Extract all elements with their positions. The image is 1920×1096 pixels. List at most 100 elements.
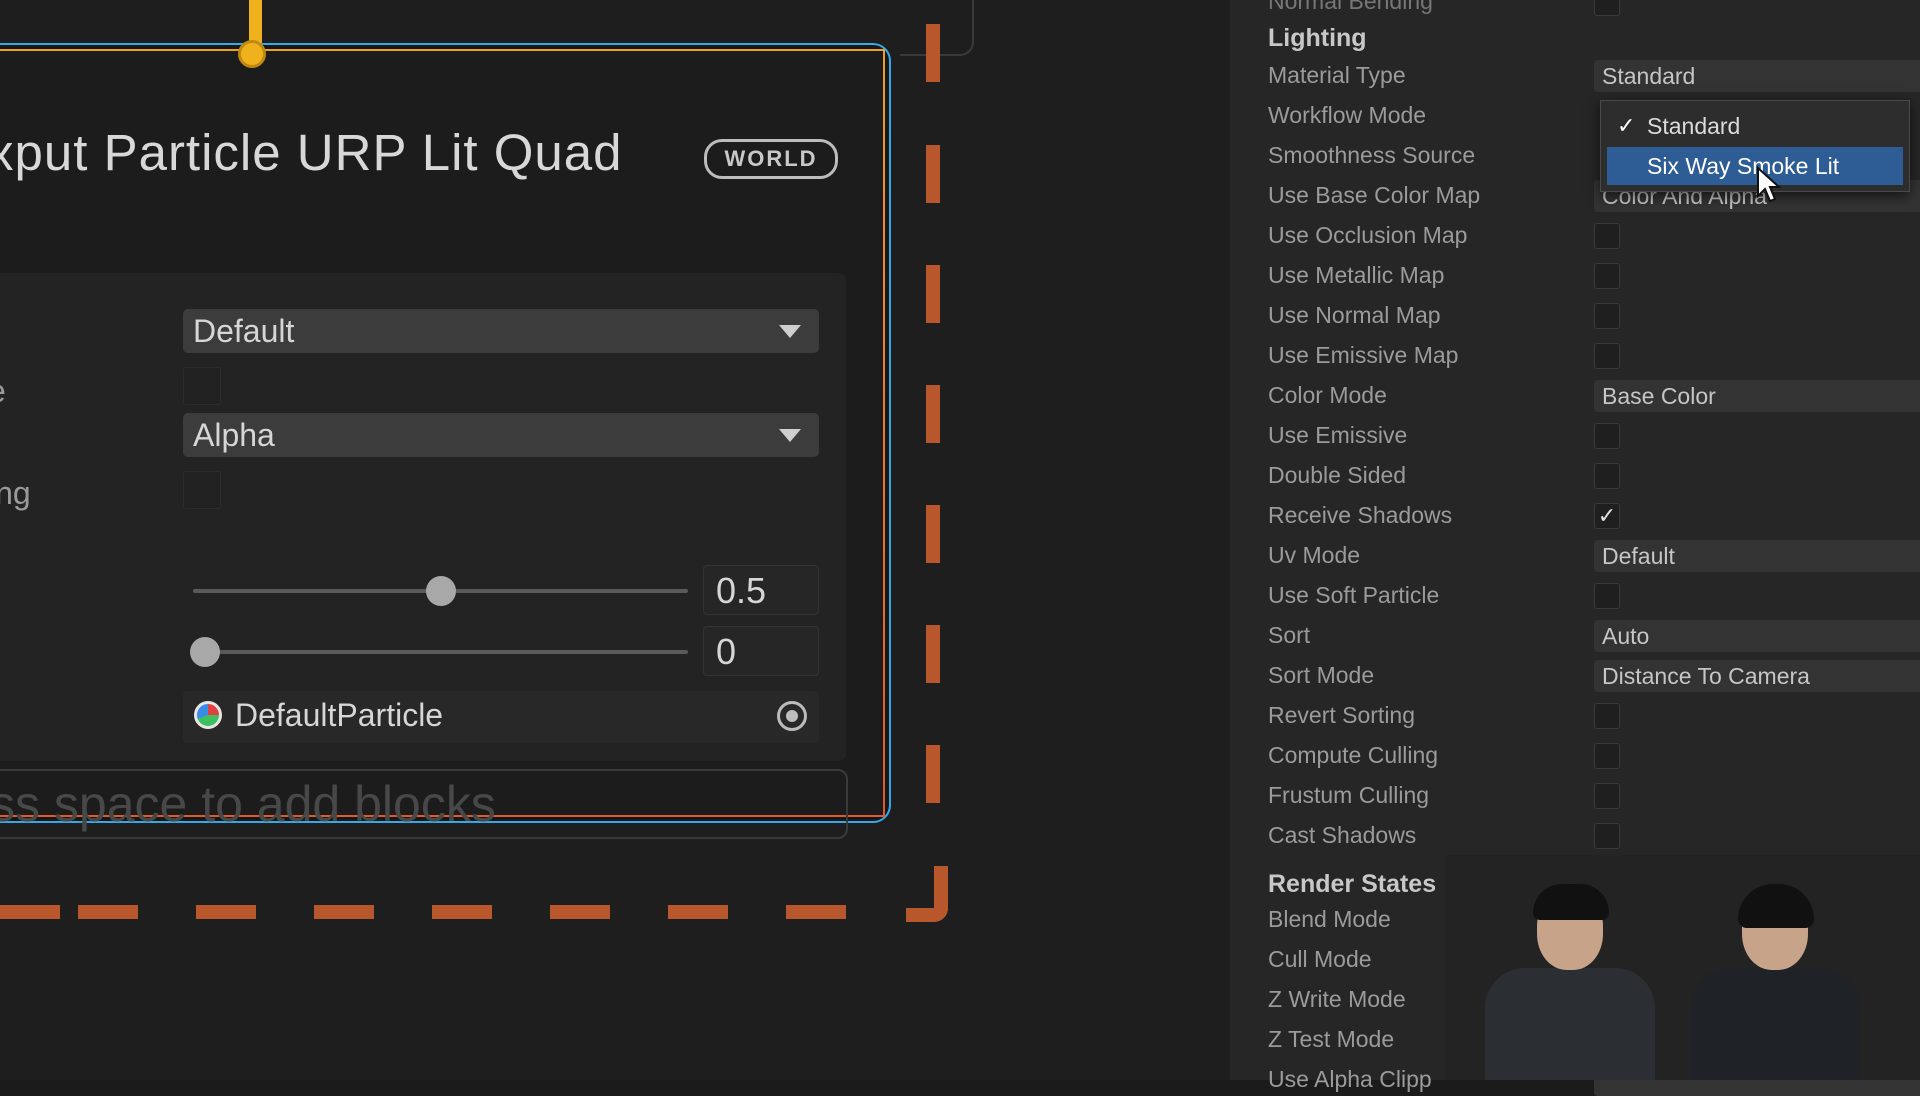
property-label: Blend Mode [1268,906,1391,932]
flow-connection [249,0,262,44]
lighting-section-title: Lighting [1268,24,1367,52]
webcam-overlay [1445,855,1920,1080]
presenter-2 [1690,884,1860,1080]
output-particle-node[interactable]: xput Particle URP Lit Quad WORLD Default… [0,43,891,839]
property-label: Use Metallic Map [1268,262,1445,288]
mouse-cursor-icon [1757,166,1782,203]
popup-option-standard[interactable]: ✓ Standard [1607,107,1903,145]
object-picker-icon[interactable] [777,701,807,731]
slider-value-field[interactable]: 0 [703,626,819,676]
frame-dash [550,905,610,919]
frame-dash [78,905,138,919]
frame-dash [926,745,940,803]
property-label: Sort Mode [1268,662,1375,688]
flow-input-port[interactable] [238,40,266,68]
property-label: Use Emissive Map [1268,342,1459,368]
slider-value-field[interactable]: 0.5 [703,565,819,615]
property-checkbox[interactable] [1594,303,1620,329]
partial-label: ing [0,475,31,511]
presenter-1 [1485,884,1655,1080]
frame-dash [926,265,940,323]
alpha-dropdown[interactable]: Alpha [183,413,819,457]
popup-option-label: Six Way Smoke Lit [1647,153,1840,179]
property-label: Use Occlusion Map [1268,222,1468,248]
slider-handle[interactable] [425,576,456,606]
property-label: Use Base Color Map [1268,182,1481,208]
setting-checkbox[interactable] [183,471,221,509]
node-settings-panel: Default e Alpha ing 0.5 0 [0,273,846,761]
property-checkbox[interactable] [1594,463,1620,489]
property-checkbox[interactable] [1594,783,1620,809]
property-label: Use Soft Particle [1268,582,1440,608]
property-dropdown[interactable]: Default [1594,540,1920,572]
chevron-down-icon [779,429,801,442]
property-label: Z Write Mode [1268,986,1406,1012]
frame-dash [314,905,374,919]
property-checkbox[interactable] [1594,0,1620,16]
property-label: Color Mode [1268,382,1387,408]
node-title: xput Particle URP Lit Quad [0,124,623,181]
dropdown-value: Default [193,313,295,349]
property-dropdown[interactable]: Base Color [1594,380,1920,412]
property-label: Use Emissive [1268,422,1408,448]
property-checkbox[interactable] [1594,703,1620,729]
property-checkbox[interactable] [1594,823,1620,849]
property-dropdown[interactable]: Standard [1594,60,1920,92]
partial-property-label: Normal Bending [1268,0,1433,14]
dropdown-value: Alpha [193,417,275,453]
add-blocks-hint[interactable]: ss space to add blocks [0,769,848,839]
frame-dash [786,905,846,919]
chevron-down-icon [779,325,801,338]
frame-dash [668,905,728,919]
vfx-graph-canvas[interactable]: xput Particle URP Lit Quad WORLD Default… [0,0,1230,1080]
property-label: Smoothness Source [1268,142,1476,168]
property-checkbox[interactable] [1594,223,1620,249]
property-checkbox[interactable]: ✓ [1594,503,1620,529]
frame-dash [926,505,940,563]
frame-dash [926,385,940,443]
property-dropdown[interactable]: Distance To Camera [1594,660,1920,692]
texture-name: DefaultParticle [235,697,444,733]
texture-field[interactable]: DefaultParticle [183,691,819,743]
setting-checkbox[interactable] [183,367,221,405]
property-label: Z Test Mode [1268,1026,1395,1052]
slider-handle[interactable] [190,637,220,667]
partial-label: e [0,373,6,410]
property-label: Receive Shadows [1268,502,1453,528]
texture-icon [194,701,222,729]
slider-track-1[interactable] [193,576,688,606]
property-checkbox[interactable] [1594,263,1620,289]
property-label: Workflow Mode [1268,102,1427,128]
frame-dash [432,905,492,919]
frame-dash [0,905,60,919]
popup-option-label: Standard [1647,113,1741,139]
frame-dash [196,905,256,919]
property-label: Material Type [1268,62,1406,88]
property-label: Revert Sorting [1268,702,1416,728]
property-label: Cast Shadows [1268,822,1417,848]
property-label: Compute Culling [1268,742,1439,768]
frame-corner [906,866,948,922]
property-label: Uv Mode [1268,542,1361,568]
slider-track-2[interactable] [190,637,688,667]
render-states-title: Render States [1268,870,1437,898]
property-checkbox[interactable] [1594,743,1620,769]
blend-mode-dropdown[interactable]: Default [183,309,819,353]
property-checkbox[interactable] [1594,423,1620,449]
property-label: Frustum Culling [1268,782,1430,808]
property-checkbox[interactable] [1594,583,1620,609]
frame-dash [926,24,940,82]
property-dropdown[interactable]: Auto [1594,620,1920,652]
frame-dash [926,145,940,203]
frame-dash [926,625,940,683]
property-label: Cull Mode [1268,946,1372,972]
property-checkbox[interactable] [1594,343,1620,369]
node-inner-border: xput Particle URP Lit Quad WORLD Default… [0,49,885,839]
property-label: Double Sided [1268,462,1407,488]
material-type-popup[interactable]: ✓ Standard Six Way Smoke Lit [1600,100,1910,192]
world-space-badge[interactable]: WORLD [704,139,838,179]
popup-option-six-way-smoke-lit[interactable]: Six Way Smoke Lit [1607,147,1903,185]
property-label: Sort [1268,622,1311,648]
check-icon: ✓ [1617,113,1636,138]
property-label: Use Normal Map [1268,302,1441,328]
